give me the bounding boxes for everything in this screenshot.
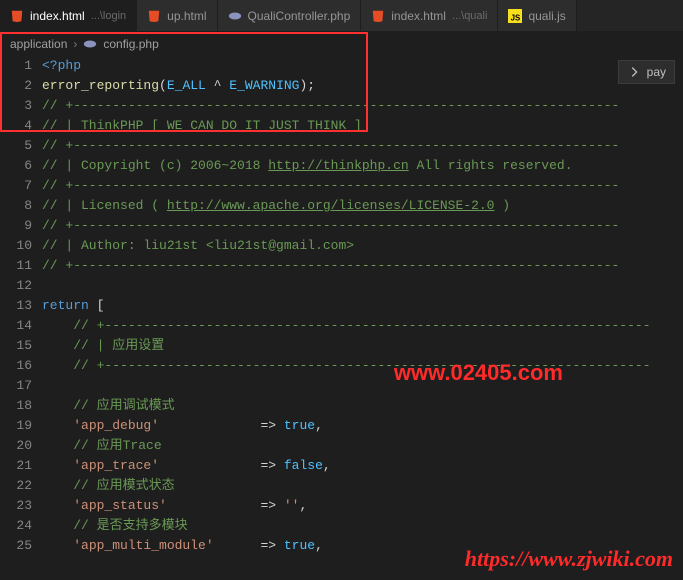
- tab-label: up.html: [167, 9, 206, 23]
- code-line[interactable]: // | Copyright (c) 2006~2018 http://thin…: [42, 156, 683, 176]
- code-line[interactable]: // +------------------------------------…: [42, 216, 683, 236]
- tab-up[interactable]: up.html: [137, 0, 217, 31]
- code-line[interactable]: // 应用模式状态: [42, 476, 683, 496]
- tab-label: quali.js: [528, 9, 565, 23]
- code-line[interactable]: // 应用Trace: [42, 436, 683, 456]
- code-line[interactable]: [42, 376, 683, 396]
- code-line[interactable]: // +------------------------------------…: [42, 96, 683, 116]
- code-line[interactable]: 'app_trace' => false,: [42, 456, 683, 476]
- code-line[interactable]: // +------------------------------------…: [42, 176, 683, 196]
- tab-hint: ...\login: [91, 10, 126, 22]
- code-area[interactable]: <?phperror_reporting(E_ALL ^ E_WARNING);…: [42, 56, 683, 580]
- code-line[interactable]: // +------------------------------------…: [42, 256, 683, 276]
- code-line[interactable]: 'app_debug' => true,: [42, 416, 683, 436]
- tab-quali-controller[interactable]: QualiController.php: [218, 0, 362, 31]
- tab-index-login[interactable]: index.html ...\login: [0, 0, 137, 31]
- code-line[interactable]: 'app_multi_module' => true,: [42, 536, 683, 556]
- code-line[interactable]: return [: [42, 296, 683, 316]
- code-line[interactable]: // | Licensed ( http://www.apache.org/li…: [42, 196, 683, 216]
- html-icon: [10, 9, 24, 23]
- code-line[interactable]: // +------------------------------------…: [42, 136, 683, 156]
- svg-text:JS: JS: [511, 13, 521, 22]
- code-line[interactable]: // | ThinkPHP [ WE CAN DO IT JUST THINK …: [42, 116, 683, 136]
- tab-label: index.html: [30, 9, 85, 23]
- code-editor[interactable]: 1234567891011121314151617181920212223242…: [0, 56, 683, 580]
- breadcrumb[interactable]: application › config.php: [0, 32, 683, 56]
- code-line[interactable]: error_reporting(E_ALL ^ E_WARNING);: [42, 76, 683, 96]
- code-line[interactable]: 'app_status' => '',: [42, 496, 683, 516]
- html-icon: [371, 9, 385, 23]
- code-line[interactable]: [42, 276, 683, 296]
- code-line[interactable]: // 应用调试模式: [42, 396, 683, 416]
- js-icon: JS: [508, 9, 522, 23]
- tab-label: index.html: [391, 9, 446, 23]
- tab-quali-js[interactable]: JS quali.js: [498, 0, 576, 31]
- php-icon: [228, 9, 242, 23]
- breadcrumb-seg: application: [10, 37, 67, 51]
- code-line[interactable]: // | Author: liu21st <liu21st@gmail.com>: [42, 236, 683, 256]
- tab-label: QualiController.php: [248, 9, 351, 23]
- code-line[interactable]: <?php: [42, 56, 683, 76]
- tab-index-quali[interactable]: index.html ...\quali: [361, 0, 498, 31]
- php-icon: [83, 37, 97, 51]
- code-line[interactable]: // +------------------------------------…: [42, 356, 683, 376]
- breadcrumb-seg: config.php: [103, 37, 158, 51]
- code-line[interactable]: // +------------------------------------…: [42, 316, 683, 336]
- tab-hint: ...\quali: [452, 10, 487, 22]
- tab-bar: index.html ...\login up.html QualiContro…: [0, 0, 683, 32]
- code-line[interactable]: // | 应用设置: [42, 336, 683, 356]
- html-icon: [147, 9, 161, 23]
- chevron-right-icon: ›: [73, 37, 77, 51]
- code-line[interactable]: // 是否支持多模块: [42, 516, 683, 536]
- line-gutter: 1234567891011121314151617181920212223242…: [0, 56, 42, 580]
